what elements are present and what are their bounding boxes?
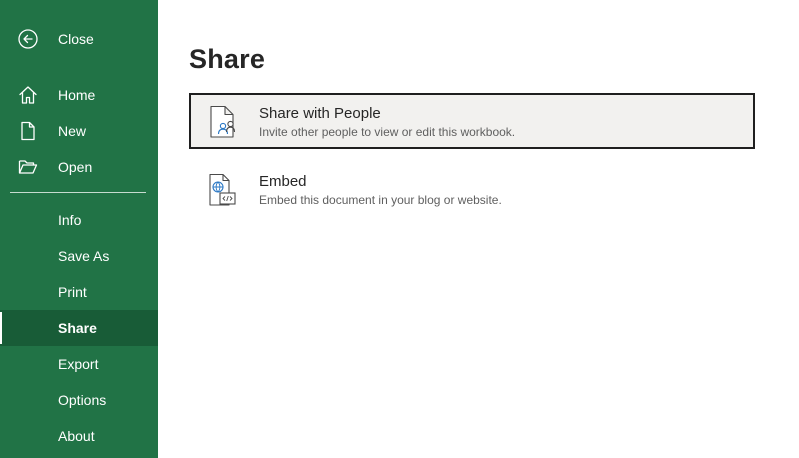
new-document-icon [21,121,35,141]
sidebar-item-label: Info [58,212,82,228]
option-description: Invite other people to view or edit this… [259,125,516,139]
sidebar-item-open[interactable]: Open [0,149,158,185]
sidebar-item-label: Home [58,87,96,103]
close-label: Close [58,31,94,47]
backstage-sidebar: Close Home New Open Info Save As Print S… [0,0,158,458]
sidebar-item-label: Save As [58,248,110,264]
sidebar-item-label: Print [58,284,87,300]
option-title: Share with People [259,105,381,122]
share-with-people-icon [210,105,236,138]
page-title: Share [189,44,266,74]
selection-indicator [0,312,2,344]
sidebar-item-info[interactable]: Info [0,202,158,238]
close-button[interactable]: Close [0,21,158,57]
sidebar-item-label: Share [58,320,97,336]
sidebar-item-about[interactable]: About [0,418,158,454]
sidebar-item-home[interactable]: Home [0,77,158,113]
sidebar-item-new[interactable]: New [0,113,158,149]
back-arrow-icon [18,29,38,49]
sidebar-item-label: Export [58,356,99,372]
sidebar-item-print[interactable]: Print [0,274,158,310]
share-pane: Share Share with People Invite other peo… [158,0,799,458]
sidebar-item-share[interactable]: Share [0,310,158,346]
sidebar-item-label: About [58,428,95,444]
sidebar-item-save-as[interactable]: Save As [0,238,158,274]
sidebar-item-label: Open [58,159,93,175]
sidebar-item-label: New [58,123,87,139]
option-title: Embed [259,173,307,190]
sidebar-item-export[interactable]: Export [0,346,158,382]
embed-option[interactable]: Embed Embed this document in your blog o… [189,161,755,217]
sidebar-item-label: Options [58,392,107,408]
open-folder-icon [18,160,38,174]
sidebar-divider [10,192,146,193]
embed-icon [209,173,236,206]
backstage-view: Close Home New Open Info Save As Print S… [0,0,799,458]
share-with-people-option[interactable]: Share with People Invite other people to… [189,93,755,149]
sidebar-item-options[interactable]: Options [0,382,158,418]
option-description: Embed this document in your blog or webs… [259,193,502,207]
home-icon [19,86,37,104]
